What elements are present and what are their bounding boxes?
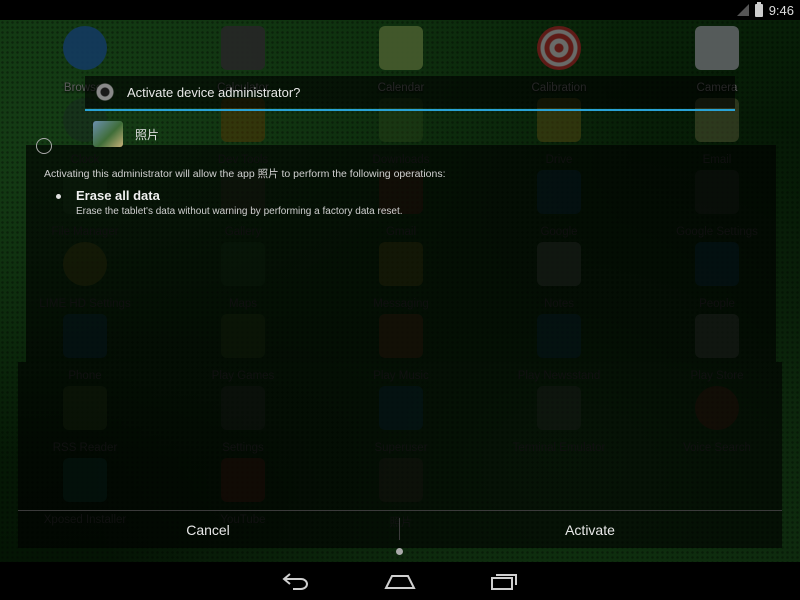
- page-indicator-dot: [396, 548, 403, 555]
- home-icon: [384, 575, 416, 589]
- cancel-button[interactable]: Cancel: [18, 511, 398, 548]
- admin-app-name: 照片: [135, 127, 160, 142]
- signal-icon: [736, 4, 749, 16]
- home-button[interactable]: [370, 566, 430, 596]
- back-arrow-icon: [282, 573, 308, 590]
- recent-apps-icon: [491, 574, 517, 590]
- title-divider: [85, 109, 735, 111]
- policy-title: Erase all data: [76, 188, 160, 203]
- status-time: 9:46: [768, 2, 794, 18]
- photo-app-icon: [93, 121, 123, 147]
- navigation-bar: [0, 562, 800, 600]
- admin-app-row: 照片: [85, 117, 385, 151]
- bullet-icon: [56, 194, 61, 199]
- dialog-title-bar: Activate device administrator?: [85, 76, 735, 108]
- battery-icon: [754, 1, 763, 17]
- status-bar: 9:46: [0, 0, 800, 20]
- dialog-explanation: Activating this administrator will allow…: [44, 168, 446, 180]
- recent-apps-button[interactable]: [474, 566, 534, 596]
- back-button[interactable]: [266, 566, 326, 596]
- activate-button[interactable]: Activate: [400, 511, 780, 548]
- policy-description: Erase the tablet's data without warning …: [76, 206, 403, 217]
- gear-icon: [93, 80, 117, 104]
- dialog-body: Activating this administrator will allow…: [26, 138, 776, 362]
- radio-icon: [36, 138, 52, 154]
- dialog-title: Activate device administrator?: [127, 84, 301, 100]
